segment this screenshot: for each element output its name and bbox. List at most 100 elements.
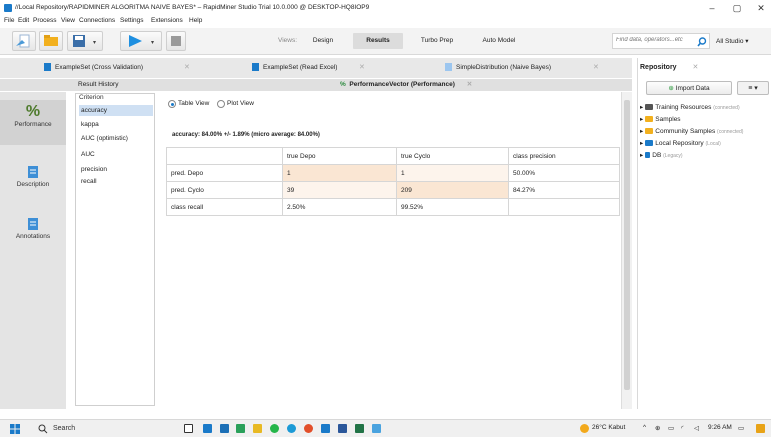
repo-item-community-samples[interactable]: ▸ Community Samples (connected) [640, 127, 743, 135]
tray-chevron-icon[interactable]: ^ [643, 424, 646, 431]
menu-file[interactable]: File [4, 17, 14, 24]
svg-text:▾: ▾ [151, 39, 154, 46]
row-label-cell: pred. Depo [166, 164, 283, 182]
tab-exampleset-cross-validation[interactable]: ExampleSet (Cross Validation) ✕ [44, 60, 194, 76]
plot-view-radio[interactable] [217, 100, 225, 108]
menu-view[interactable]: View [61, 17, 75, 24]
search-icon[interactable] [697, 37, 707, 47]
criterion-kappa[interactable]: kappa [79, 119, 153, 130]
table-view-radio[interactable] [168, 100, 176, 108]
repo-item-label: Training Resources [655, 104, 712, 111]
excel-icon[interactable] [355, 424, 364, 433]
windows-start-icon[interactable] [10, 424, 20, 434]
file-explorer-icon[interactable] [253, 424, 262, 433]
criterion-auc-optimistic[interactable]: AUC (optimistic) [79, 133, 153, 144]
q-app-icon[interactable] [236, 424, 245, 433]
scrollbar-thumb[interactable] [624, 100, 630, 390]
store-icon[interactable] [203, 424, 212, 433]
tray-wifi-icon[interactable]: ◜ [681, 424, 684, 432]
vertical-scrollbar[interactable] [621, 92, 632, 409]
close-icon[interactable]: ✕ [593, 60, 599, 76]
open-process-button[interactable] [39, 31, 63, 51]
save-button[interactable]: ▾ [67, 31, 103, 51]
weather-icon[interactable] [580, 424, 589, 433]
nav-performance[interactable]: % Performance [0, 100, 66, 145]
play-icon: ▾ [129, 35, 154, 47]
menu-connections[interactable]: Connections [79, 17, 115, 24]
run-button[interactable]: ▾ [120, 31, 162, 51]
close-icon[interactable]: ✕ [753, 2, 769, 14]
repository-menu-button[interactable]: ≡ ▾ [737, 81, 769, 95]
view-results-tab[interactable]: Results [353, 33, 403, 49]
new-file-icon [16, 34, 30, 48]
rapidminer-icon[interactable] [321, 424, 330, 433]
taskbar-clock[interactable]: 9:26 AM [708, 424, 732, 431]
menu-process[interactable]: Process [33, 17, 56, 24]
mail-icon[interactable] [220, 424, 229, 433]
repo-item-db[interactable]: ▸ DB (Legacy) [640, 151, 683, 159]
svg-text:▾: ▾ [93, 39, 96, 46]
table-header-cell [166, 147, 283, 165]
tray-battery-icon[interactable]: ▭ [668, 424, 674, 432]
whatsapp-icon[interactable] [270, 424, 279, 433]
table-cell: 2.50% [282, 198, 397, 216]
tab-label: ExampleSet (Read Excel) [263, 64, 338, 71]
view-design-tab[interactable]: Design [300, 33, 346, 49]
table-row: pred. Cyclo 39 209 84.27% [166, 181, 620, 199]
expand-icon[interactable]: ▸ [640, 116, 643, 123]
expand-icon[interactable]: ▸ [640, 140, 643, 147]
menu-settings[interactable]: Settings [120, 17, 144, 24]
stop-button[interactable] [166, 31, 186, 51]
tab-exampleset-read-excel[interactable]: ExampleSet (Read Excel) ✕ [252, 60, 370, 76]
word-icon[interactable] [338, 424, 347, 433]
import-data-button[interactable]: ⊕ Import Data [646, 81, 732, 95]
expand-icon[interactable]: ▸ [640, 152, 643, 159]
close-icon[interactable]: ✕ [359, 60, 365, 76]
criterion-accuracy[interactable]: accuracy [79, 105, 153, 116]
nav-annotations[interactable]: Annotations [0, 217, 66, 255]
criterion-precision[interactable]: precision [79, 164, 153, 175]
nav-description[interactable]: Description [0, 165, 66, 203]
task-view-icon[interactable] [184, 424, 193, 433]
taskbar-search-label[interactable]: Search [53, 425, 75, 432]
tab-repository[interactable]: Repository ✕ [640, 60, 702, 76]
close-icon[interactable]: ✕ [693, 64, 699, 71]
notification-icon[interactable]: ▭ [738, 424, 744, 432]
view-auto-model-tab[interactable]: Auto Model [472, 33, 526, 49]
view-turbo-prep-tab[interactable]: Turbo Prep [410, 33, 464, 49]
tab-performance-vector[interactable]: % PerformanceVector (Performance) ✕ [340, 79, 472, 91]
repo-item-local-repository[interactable]: ▸ Local Repository (Local) [640, 139, 721, 147]
edge-icon[interactable] [287, 424, 296, 433]
tab-label: ExampleSet (Cross Validation) [55, 64, 144, 71]
search-icon[interactable] [38, 424, 48, 434]
table-cell: 1 [282, 164, 397, 182]
title-bar: //Local Repository/RAPIDMINER ALGORITMA … [0, 0, 771, 17]
tab-label: PerformanceVector (Performance) [349, 81, 455, 88]
repo-item-training-resources[interactable]: ▸ Training Resources (connected) [640, 103, 740, 111]
tab-simpledistribution[interactable]: SimpleDistribution (Naive Bayes) ✕ [445, 60, 605, 76]
studio-dropdown[interactable]: All Studio ▾ [716, 37, 749, 45]
maximize-icon[interactable]: ▢ [729, 2, 745, 14]
close-icon[interactable]: ✕ [184, 60, 190, 76]
repo-item-samples[interactable]: ▸ Samples [640, 115, 681, 123]
tab-result-history[interactable]: Result History [78, 79, 118, 91]
avatar-icon[interactable] [756, 424, 765, 433]
expand-icon[interactable]: ▸ [640, 128, 643, 135]
criterion-legend: Criterion [79, 94, 104, 101]
menu-help[interactable]: Help [189, 17, 202, 24]
search-input[interactable] [616, 37, 696, 43]
tray-volume-icon[interactable]: ◁ [694, 424, 699, 432]
close-icon[interactable]: ✕ [467, 81, 472, 88]
weather-text[interactable]: 26°C Kabut [592, 424, 625, 431]
chrome-icon[interactable] [304, 424, 313, 433]
photos-icon[interactable] [372, 424, 381, 433]
expand-icon[interactable]: ▸ [640, 104, 643, 111]
criterion-auc[interactable]: AUC [79, 149, 153, 160]
minimize-icon[interactable]: – [704, 2, 720, 14]
new-process-button[interactable] [12, 31, 36, 51]
menu-edit[interactable]: Edit [18, 17, 29, 24]
repo-item-sub: (connected) [717, 129, 744, 135]
tray-network-icon[interactable]: ⊕ [655, 424, 660, 432]
criterion-recall[interactable]: recall [79, 176, 153, 187]
menu-extensions[interactable]: Extensions [151, 17, 183, 24]
